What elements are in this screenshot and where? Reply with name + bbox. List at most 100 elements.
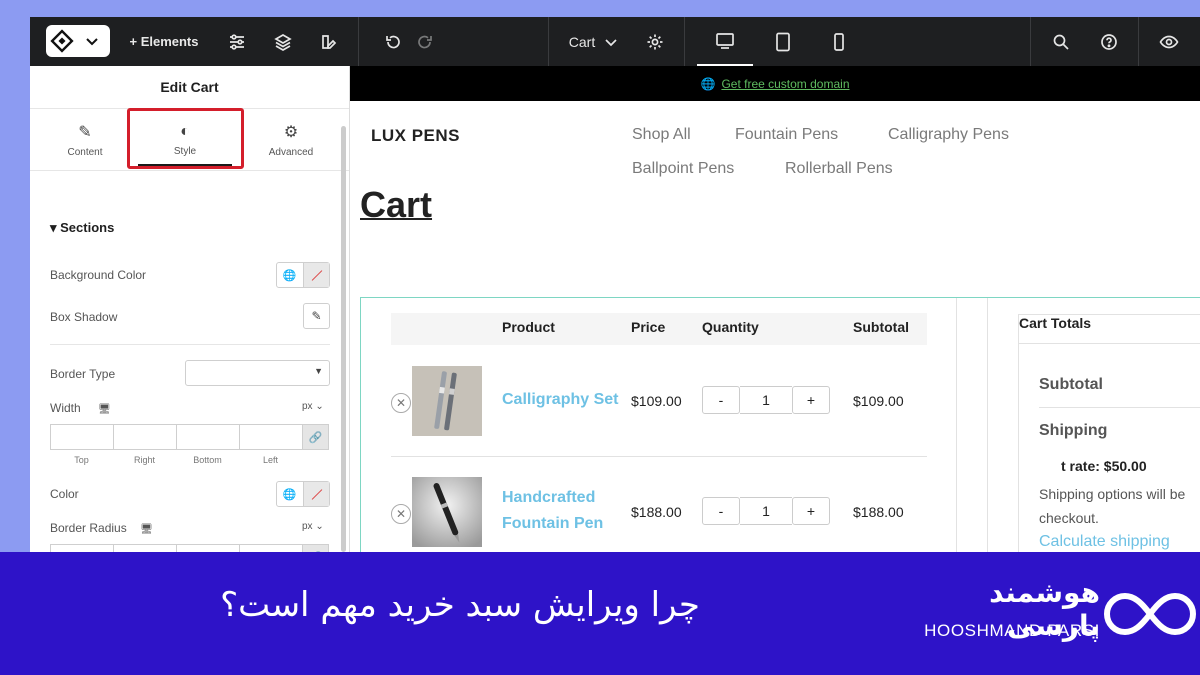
header-quantity: Quantity [702,319,759,335]
custom-domain-link[interactable]: Get free custom domain [721,77,849,91]
qty-minus-button[interactable]: - [702,386,740,414]
header-subtotal: Subtotal [853,319,909,335]
theme-builder-icon[interactable] [312,17,346,66]
border-color-control[interactable]: 🌐 [276,481,330,507]
tab-advanced[interactable]: ⚙ Advanced [241,109,341,171]
shipping-note-line-2: checkout. [1039,510,1099,526]
column-divider [956,298,957,552]
desktop-responsive-icon[interactable]: 🖥 [140,524,153,535]
remove-item-icon[interactable]: ✕ [391,393,411,413]
link-values-icon[interactable]: 🔗 [302,424,329,450]
qty-minus-button[interactable]: - [702,497,740,525]
nav-fountain-pens[interactable]: Fountain Pens [735,126,838,144]
width-unit-select[interactable]: px ⌄ [302,401,324,412]
editor-panel: Edit Cart ✎ Content ◐ Style ⚙ Advanced ▾… [30,66,350,552]
search-icon[interactable] [1044,17,1078,66]
radius-right-input[interactable] [113,544,176,552]
page-name: Cart [568,33,596,50]
qty-plus-button[interactable]: + [792,497,830,525]
width-label-text: Width [50,401,81,415]
nav-rollerball-pens[interactable]: Rollerball Pens [785,160,893,178]
radius-unit-select[interactable]: px ⌄ [302,521,324,532]
radius-top-input[interactable] [50,544,113,552]
color-swatch-empty[interactable] [302,263,329,287]
width-right-input[interactable] [113,424,176,450]
color-label: Color [50,487,79,501]
color-swatch-empty[interactable] [302,482,329,506]
quantity-stepper[interactable]: - 1 + [702,386,830,414]
site-logo[interactable]: LUX PENS [371,126,460,146]
product-name-line-2: Fountain Pen [502,515,604,532]
tab-label: Advanced [268,147,314,158]
editor-topbar: + Elements Cart [30,17,1200,66]
background-color-control[interactable]: 🌐 [276,262,330,288]
nav-shop-all[interactable]: Shop All [632,126,691,144]
width-inputs: 🔗 [50,424,329,450]
gear-icon: ⚙ [283,124,299,141]
product-link[interactable]: Handcrafted Fountain Pen [502,485,603,537]
help-icon[interactable] [1092,17,1126,66]
radius-bottom-input[interactable] [176,544,239,552]
desktop-view-icon[interactable] [697,17,753,66]
border-radius-text: Border Radius [50,521,127,535]
tab-content[interactable]: ✎ Content [35,109,135,171]
qty-plus-button[interactable]: + [792,386,830,414]
product-thumbnail[interactable] [412,366,482,436]
product-thumbnail[interactable] [412,477,482,547]
header-product: Product [502,319,555,335]
nav-calligraphy-pens[interactable]: Calligraphy Pens [888,126,1009,144]
radius-left-input[interactable] [239,544,302,552]
item-price: $188.00 [631,504,682,520]
radius-inputs: 🔗 [50,544,329,552]
divider [50,344,330,345]
section-toggle[interactable]: ▾ Sections [50,220,114,236]
promo-bar: 🌐 Get free custom domain [350,66,1200,101]
subtotal-label: Subtotal [1039,376,1103,393]
side-label-left: Left [262,455,278,465]
qty-input[interactable]: 1 [740,386,792,414]
cart-widget[interactable]: Product Price Quantity Subtotal ✕ Callig… [360,297,1200,552]
cart-totals: Cart Totals Subtotal Shipping t rate: $5… [1018,314,1200,552]
desktop-responsive-icon[interactable]: 🖥 [98,404,111,415]
tab-label: Content [67,147,103,158]
elementor-menu-button[interactable] [46,25,110,57]
globe-icon[interactable]: 🌐 [277,263,303,287]
quantity-stepper[interactable]: - 1 + [702,497,830,525]
item-price: $109.00 [631,393,682,409]
nav-ballpoint-pens[interactable]: Ballpoint Pens [632,160,734,178]
globe-icon: 🌐 [700,76,716,91]
background-color-label: Background Color [50,268,147,282]
cart-totals-title: Cart Totals [1019,315,1092,331]
redo-icon[interactable] [410,17,440,66]
elementor-logo-icon [50,29,74,53]
link-values-icon[interactable]: 🔗 [302,544,329,552]
undo-icon[interactable] [378,17,408,66]
border-radius-label: Border Radius 🖥 [50,521,153,535]
site-settings-icon[interactable] [220,17,254,66]
product-link[interactable]: Calligraphy Set [502,387,618,413]
structure-layers-icon[interactable] [266,17,300,66]
page-settings-gear-icon[interactable] [640,17,670,66]
brand-name-english: HOOSHMAND PARSI [924,621,1100,640]
width-top-input[interactable] [50,424,113,450]
page-switcher[interactable]: Cart [560,17,630,66]
remove-item-icon[interactable]: ✕ [391,504,411,524]
tablet-view-icon[interactable] [755,17,811,66]
editor-window: + Elements Cart Edit Cart ✎ Content ◐ St… [30,17,1200,552]
page-title: Cart [360,184,433,225]
border-type-select[interactable]: ▼ [185,360,330,386]
item-subtotal: $188.00 [853,504,904,520]
edit-pencil-icon[interactable]: ✎ [303,303,330,329]
calculate-shipping-link[interactable]: Calculate shipping [1039,533,1170,551]
column-divider [987,298,988,552]
mobile-view-icon[interactable] [811,17,867,66]
width-bottom-input[interactable] [176,424,239,450]
width-left-input[interactable] [239,424,302,450]
qty-input[interactable]: 1 [740,497,792,525]
flat-rate-value: t rate: $50.00 [1061,458,1147,474]
preview-eye-icon[interactable] [1152,17,1186,66]
globe-icon[interactable]: 🌐 [277,482,303,506]
panel-tabs: ✎ Content ◐ Style ⚙ Advanced [30,108,349,171]
panel-scrollbar[interactable] [341,126,346,552]
add-elements-button[interactable]: + Elements [124,17,204,66]
